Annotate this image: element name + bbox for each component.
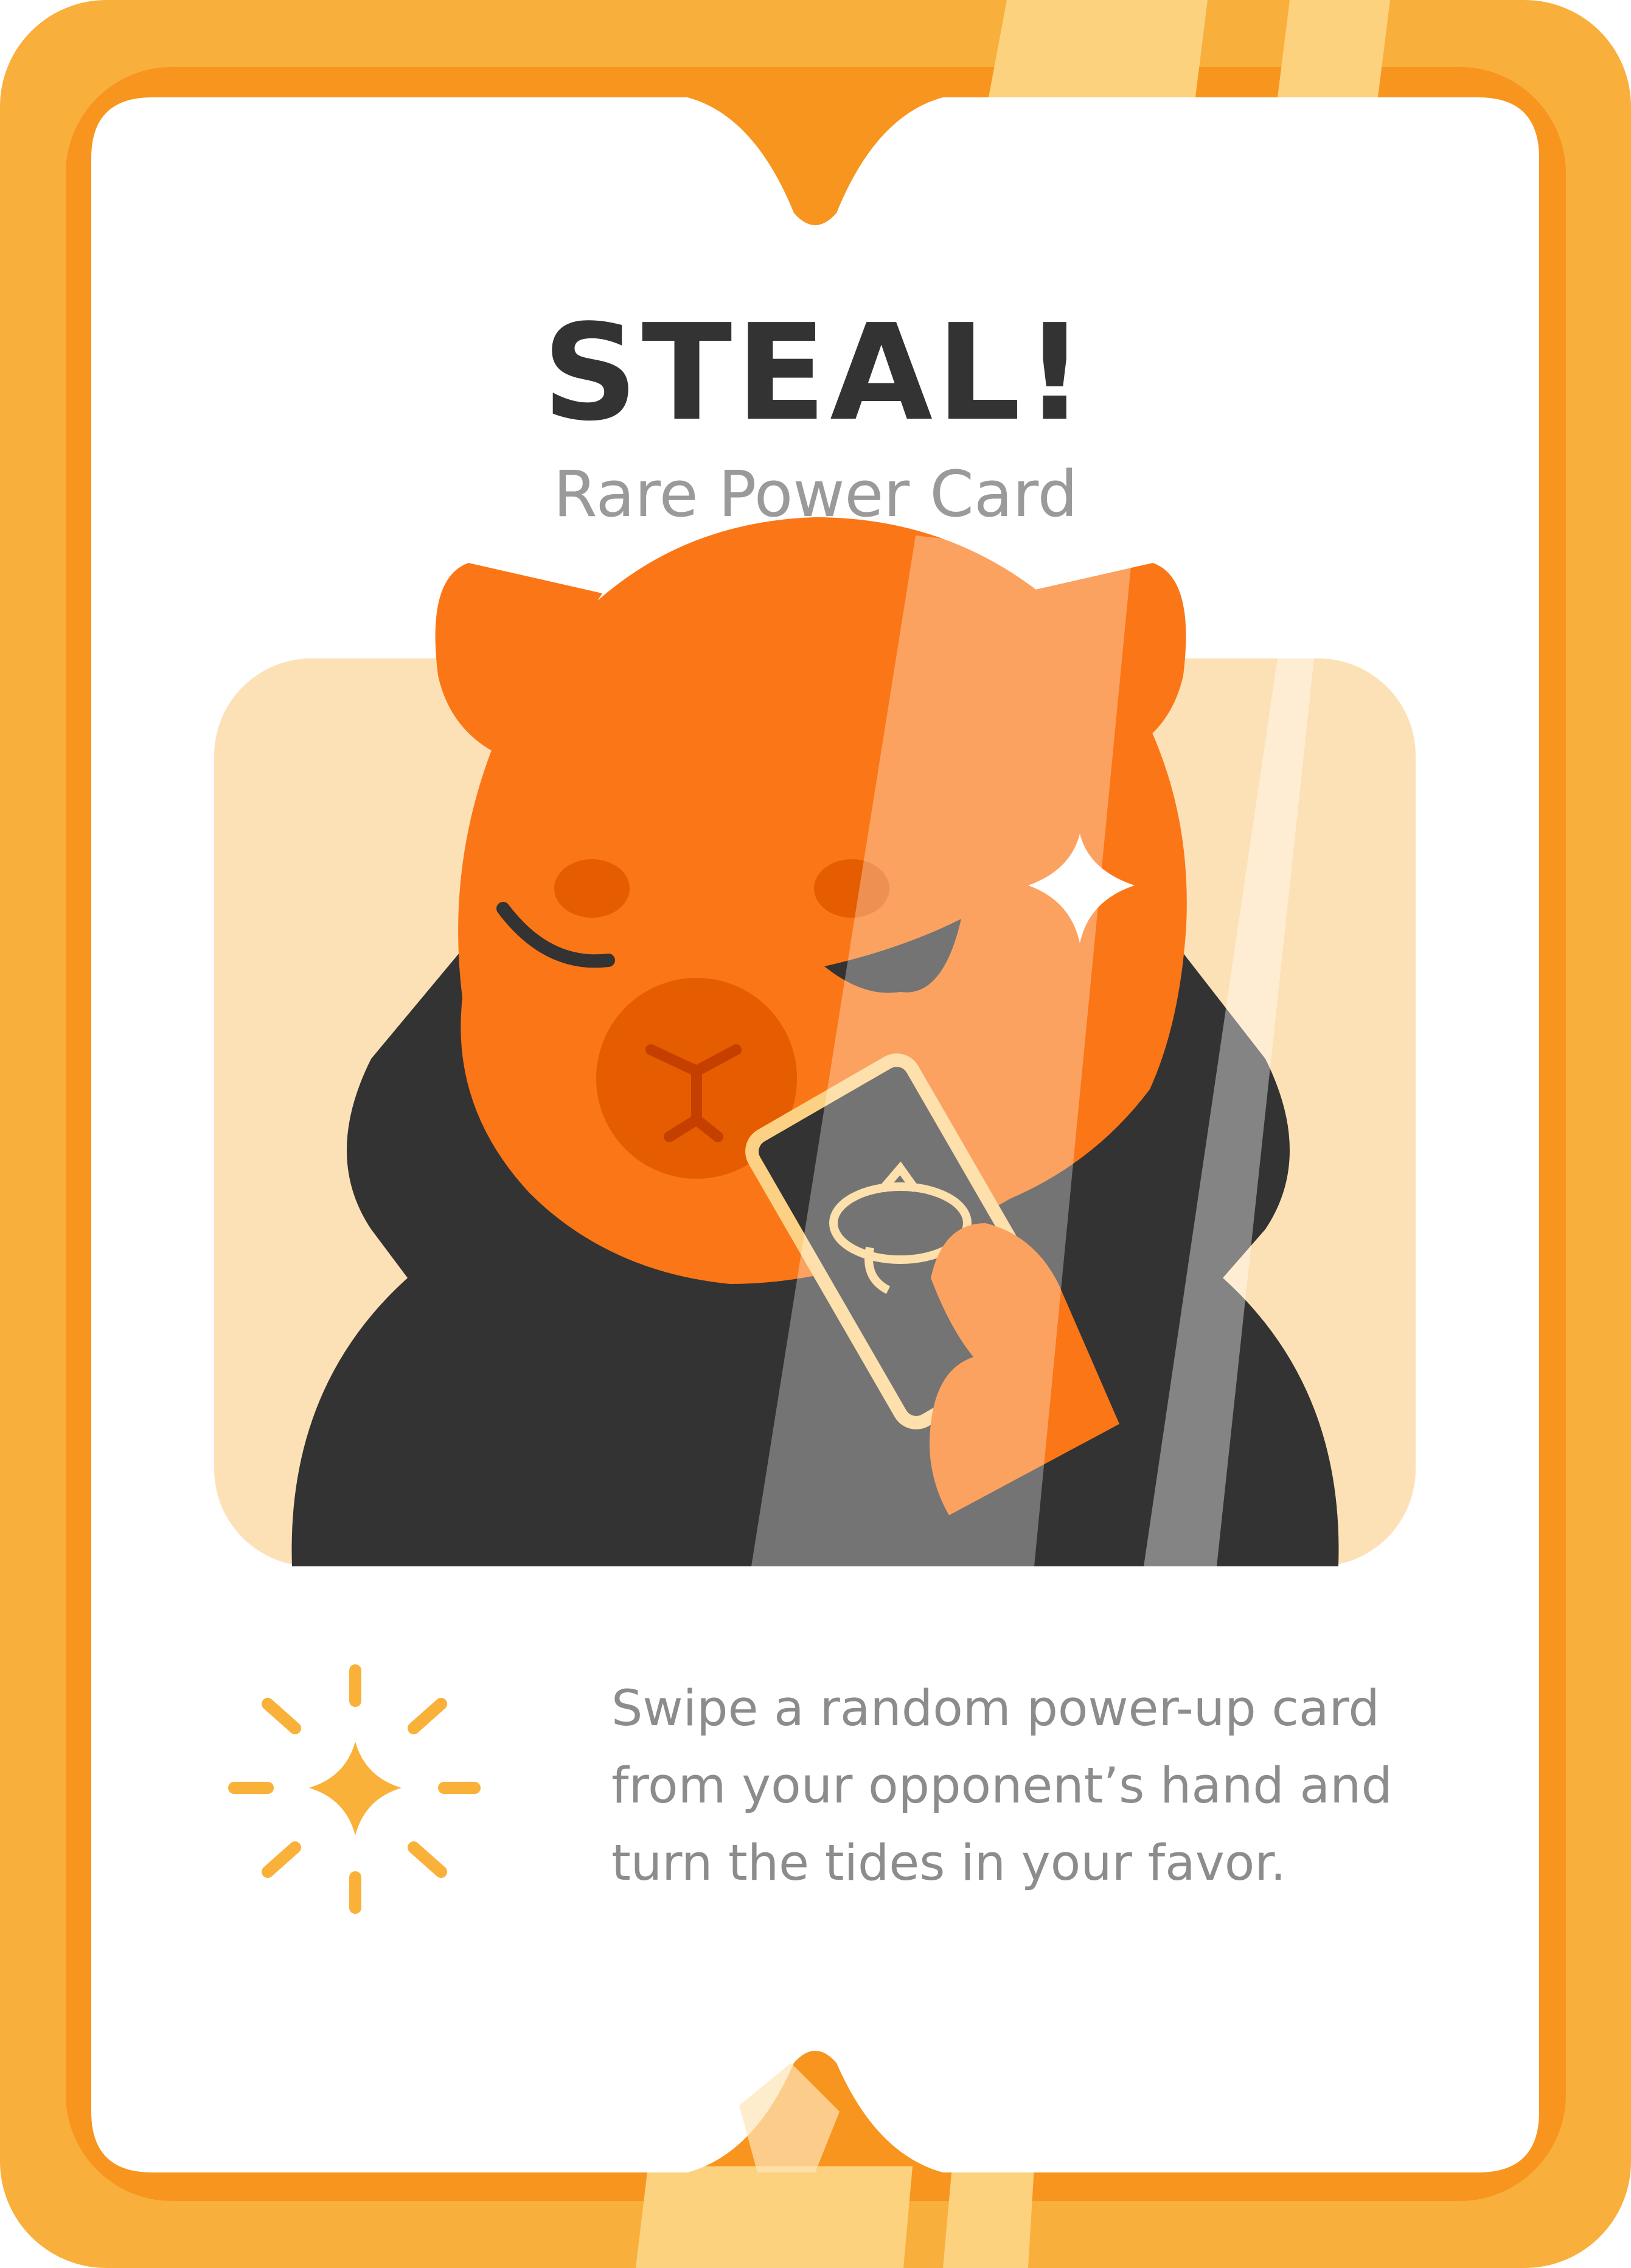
description-line: from your opponent’s hand and: [611, 1757, 1393, 1815]
bear-cheek-left: [554, 859, 630, 918]
card-subtitle: Rare Power Card: [553, 457, 1078, 531]
frame-shine-stripe: [636, 2166, 913, 2268]
frame-shine-stripe: [943, 2166, 1034, 2268]
card-title: STEAL!: [542, 296, 1089, 450]
frame-shine-stripe: [1278, 0, 1390, 97]
card-description: Swipe a random power-up card from your o…: [611, 1670, 1463, 1902]
frame-shine-stripe: [989, 0, 1208, 97]
power-card: STEAL! Rare Power Card Swipe a random po…: [0, 0, 1631, 2268]
description-line: Swipe a random power-up card: [611, 1680, 1380, 1737]
description-line: turn the tides in your favor.: [611, 1835, 1286, 1892]
burst-sparkle-icon: [228, 1664, 481, 1914]
